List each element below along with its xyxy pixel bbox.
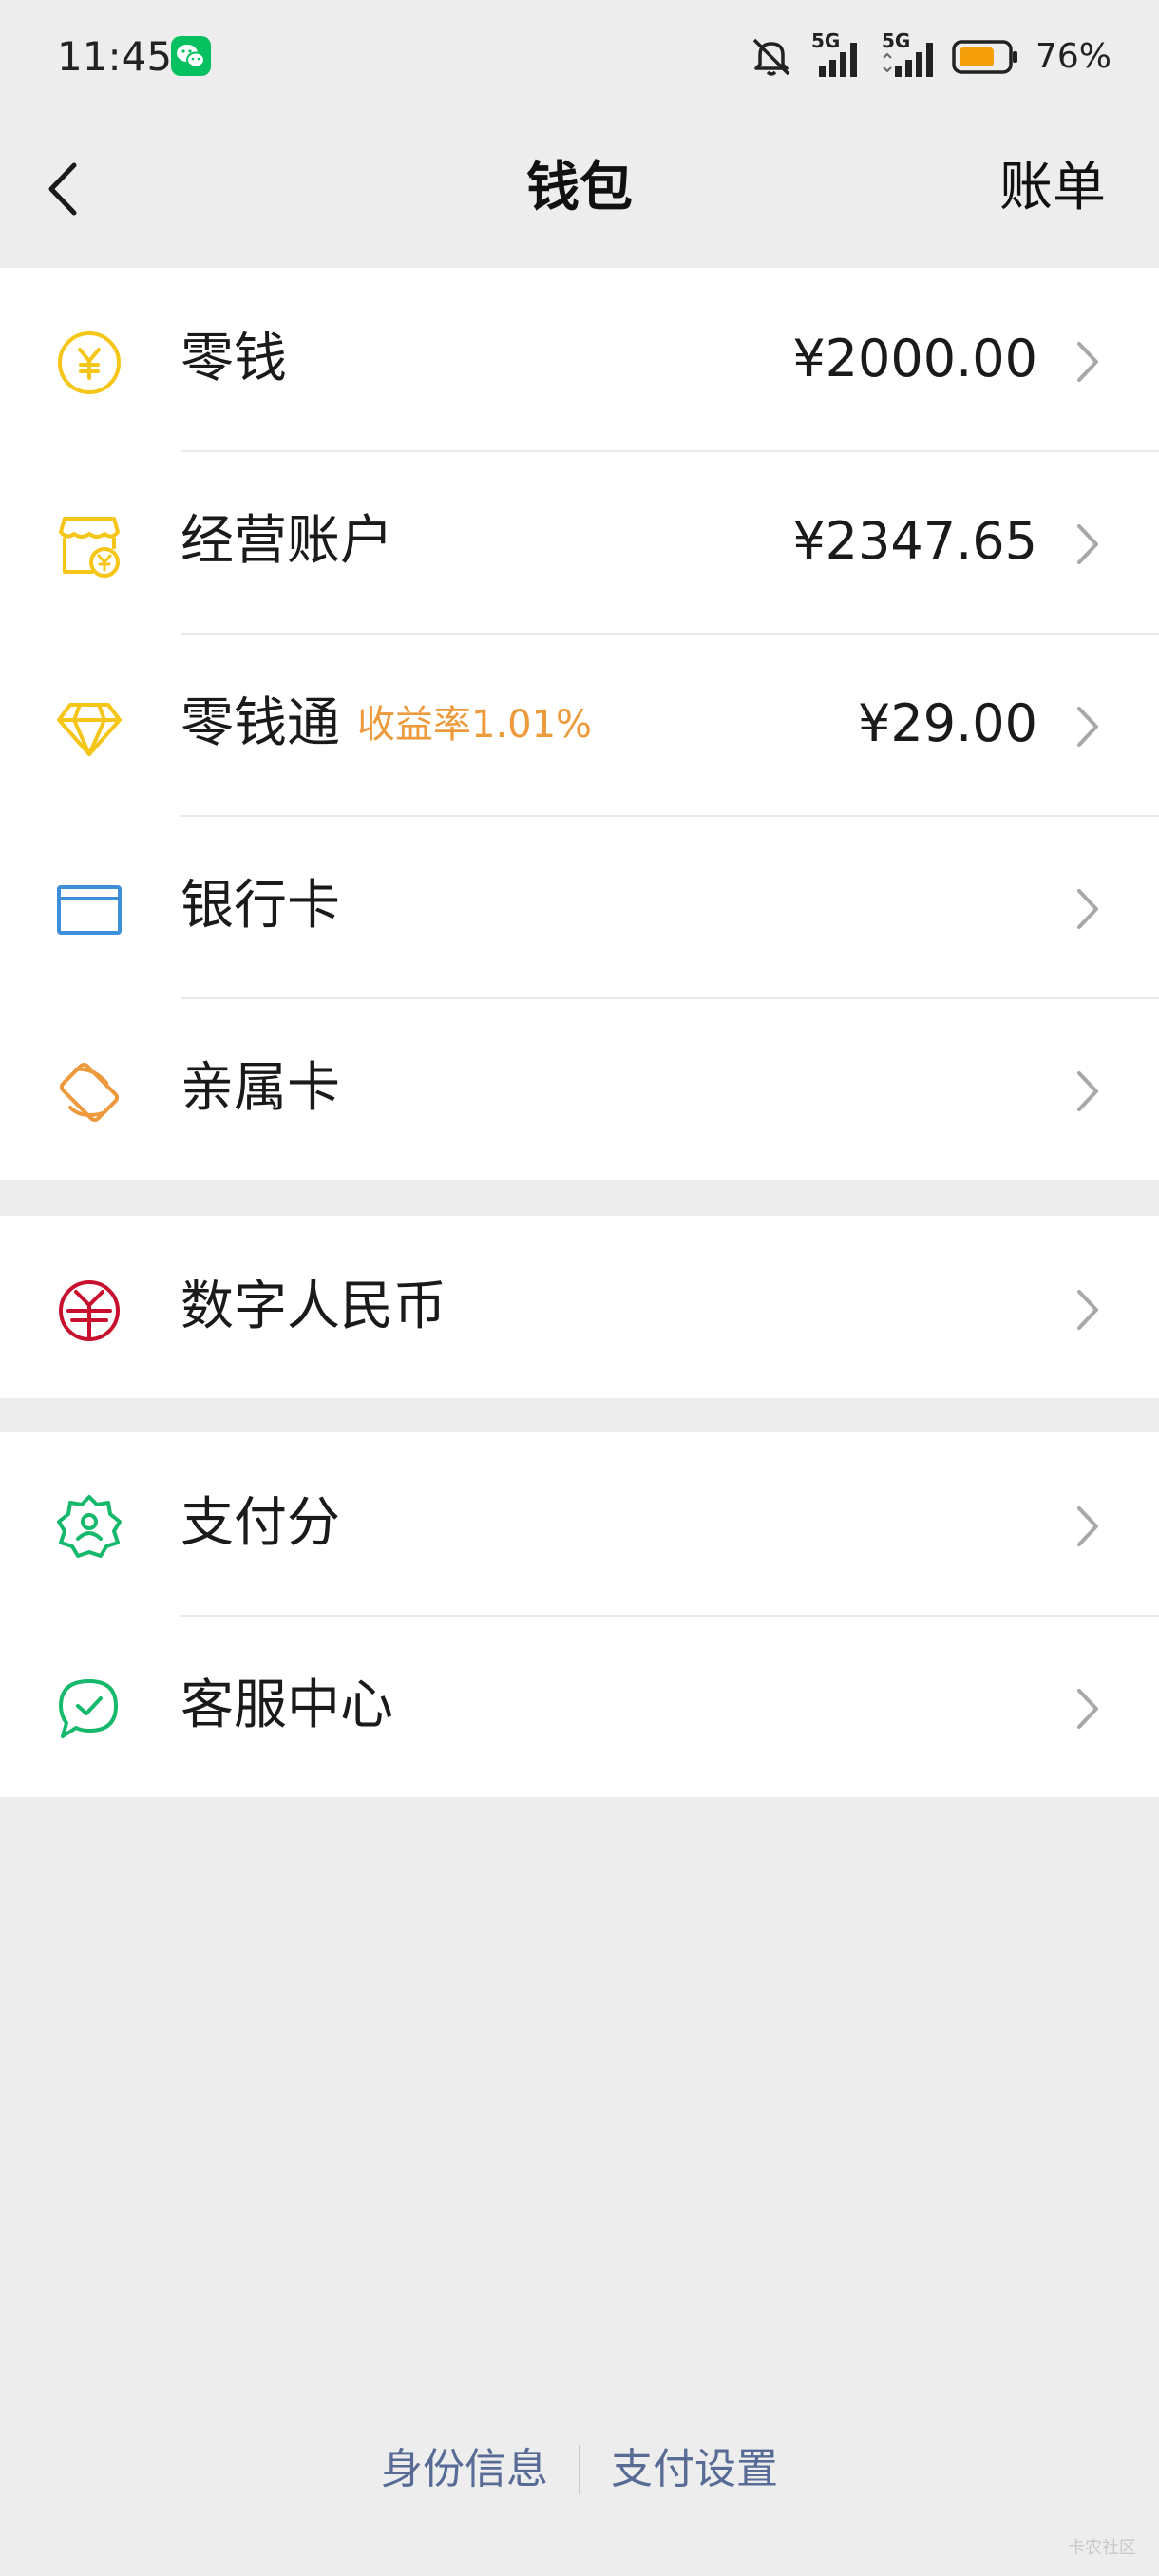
page-title: 钱包: [526, 157, 633, 218]
watermark: 卡农社区: [1068, 2538, 1136, 2558]
battery-percentage: 76%: [1035, 37, 1112, 76]
signal-strength-icon-1: 5G: [811, 29, 864, 81]
bank-card-icon: [55, 876, 124, 944]
row-label: 数字人民币: [180, 1276, 446, 1337]
chevron-right-icon: [1072, 1503, 1102, 1550]
list-item-bank-card[interactable]: 银行卡: [0, 815, 1159, 997]
row-label: 支付分: [180, 1492, 340, 1554]
digital-rmb-icon: [55, 1277, 124, 1345]
row-label-text: 零钱通: [180, 692, 340, 754]
change-plus-balance: ¥29.00: [858, 693, 1037, 753]
pay-score-icon: [55, 1493, 124, 1562]
payment-settings-link[interactable]: 支付设置: [580, 2432, 808, 2508]
family-card-icon: [55, 1058, 124, 1127]
chevron-right-icon: [1072, 338, 1102, 386]
chevron-right-icon: [1072, 1685, 1102, 1733]
wechat-icon: [171, 36, 211, 76]
chevron-right-icon: [1072, 703, 1102, 750]
yield-rate-badge: 收益率1.01%: [357, 703, 593, 747]
list-item-digital-rmb[interactable]: 数字人民币: [0, 1216, 1159, 1398]
customer-service-icon: [55, 1676, 124, 1744]
row-label: 零钱通 收益率1.01%: [180, 686, 592, 763]
identity-info-link[interactable]: 身份信息: [351, 2432, 579, 2508]
chevron-left-icon: [48, 162, 77, 216]
row-label: 经营账户: [180, 510, 393, 572]
list-item-change-plus[interactable]: 零钱通 收益率1.01% ¥29.00: [0, 633, 1159, 815]
back-button[interactable]: [38, 156, 95, 222]
row-label: 零钱: [180, 328, 287, 389]
chevron-right-icon: [1072, 1068, 1102, 1115]
diamond-icon: [55, 693, 124, 762]
row-label: 银行卡: [180, 875, 340, 937]
footer-links: 身份信息 支付设置: [0, 2432, 1159, 2508]
shop-account-icon: [55, 511, 124, 579]
battery-icon: [952, 38, 1018, 76]
change-balance: ¥2000.00: [792, 329, 1037, 388]
mute-bell-icon: [749, 36, 794, 78]
bill-button[interactable]: 账单: [999, 150, 1106, 226]
business-account-balance: ¥2347.65: [792, 511, 1037, 571]
row-label: 客服中心: [180, 1675, 393, 1736]
wallet-balance-group: 零钱 ¥2000.00 经营账户 ¥2347.65 零钱通 收益率1.01% ¥…: [0, 268, 1159, 1180]
list-item-change[interactable]: 零钱 ¥2000.00: [0, 268, 1159, 450]
list-item-family-card[interactable]: 亲属卡: [0, 997, 1159, 1180]
list-item-customer-service[interactable]: 客服中心: [0, 1615, 1159, 1797]
status-time: 11:45: [57, 33, 173, 80]
status-right-group: 5G 5G 76%: [749, 28, 1112, 85]
chevron-right-icon: [1072, 885, 1102, 933]
nav-bar: 钱包 账单: [0, 112, 1159, 266]
list-item-pay-score[interactable]: 支付分: [0, 1432, 1159, 1615]
chevron-right-icon: [1072, 521, 1102, 568]
signal-strength-icon-2: 5G: [882, 29, 935, 81]
list-item-business-account[interactable]: 经营账户 ¥2347.65: [0, 450, 1159, 633]
status-bar: 11:45 5G 5G 76%: [0, 0, 1159, 112]
digital-rmb-group: 数字人民币: [0, 1216, 1159, 1398]
row-label: 亲属卡: [180, 1057, 340, 1119]
chevron-right-icon: [1072, 1286, 1102, 1334]
yuan-coin-icon: [55, 329, 124, 397]
services-group: 支付分 客服中心: [0, 1432, 1159, 1797]
